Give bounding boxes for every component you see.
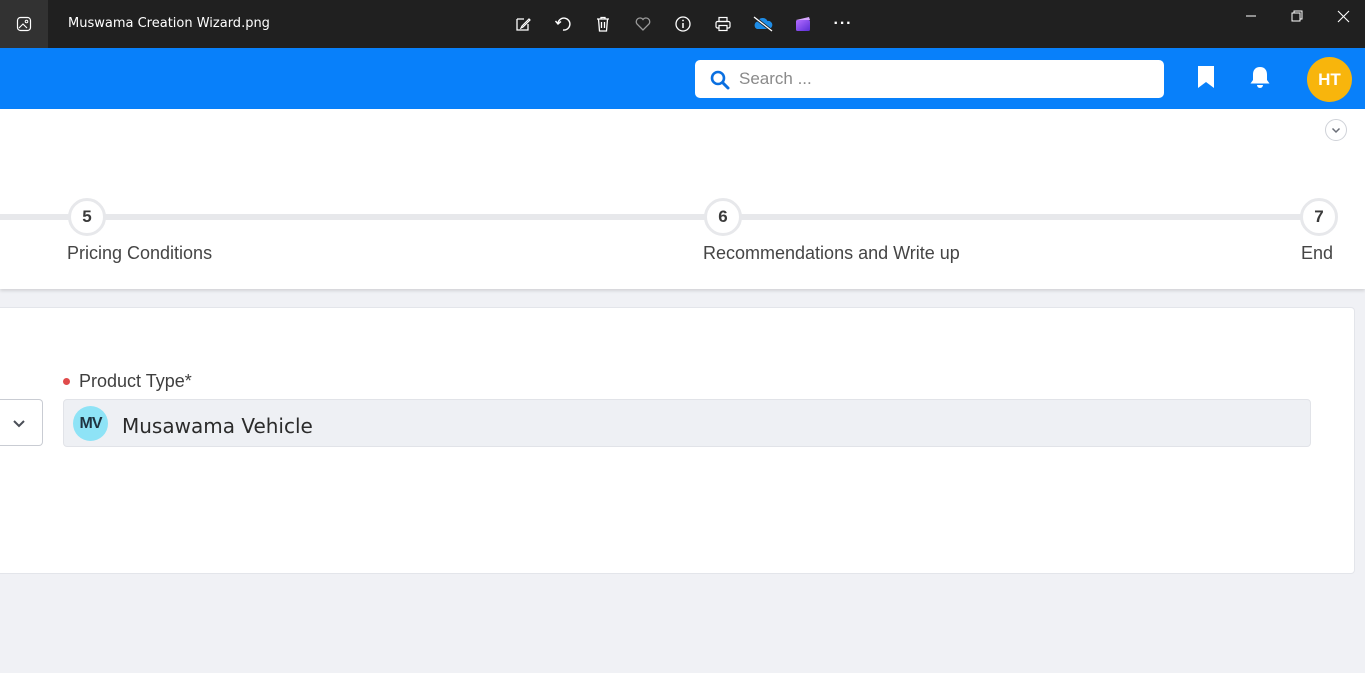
chevron-down-icon	[1331, 127, 1341, 134]
required-indicator	[63, 378, 70, 385]
favorite-icon[interactable]	[631, 12, 655, 36]
product-badge: MV	[73, 406, 108, 441]
file-name: Muswama Creation Wizard.png	[68, 16, 270, 31]
search-box[interactable]	[695, 60, 1164, 98]
app-header: HT	[0, 48, 1365, 109]
form-card: Product Type* MV Musawama Vehicle	[0, 307, 1355, 574]
product-type-value: Musawama Vehicle	[122, 414, 313, 438]
dropdown-toggle[interactable]	[0, 399, 43, 446]
minimize-icon[interactable]	[1235, 4, 1267, 28]
delete-icon[interactable]	[591, 12, 615, 36]
step-6-label[interactable]: Recommendations and Write up	[703, 243, 960, 264]
product-type-label: Product Type*	[79, 371, 192, 391]
clipchamp-icon[interactable]	[791, 12, 815, 36]
print-icon[interactable]	[711, 12, 735, 36]
step-7-number[interactable]: 7	[1300, 198, 1338, 236]
step-6-number[interactable]: 6	[704, 198, 742, 236]
notification-bell-icon[interactable]	[1248, 65, 1272, 89]
chevron-down-icon	[13, 419, 25, 427]
step-7-label[interactable]: End	[1301, 243, 1333, 264]
restore-icon[interactable]	[1281, 4, 1313, 28]
info-icon[interactable]	[671, 12, 695, 36]
rotate-icon[interactable]	[551, 12, 575, 36]
more-icon[interactable]: ···	[831, 12, 855, 36]
photos-app-icon[interactable]	[0, 0, 48, 48]
step-5-label[interactable]: Pricing Conditions	[67, 243, 212, 264]
collapse-button[interactable]	[1325, 119, 1347, 141]
search-icon	[710, 70, 730, 90]
stepper-track	[0, 214, 1320, 220]
edit-image-icon[interactable]	[511, 12, 535, 36]
close-icon[interactable]	[1327, 4, 1359, 28]
step-5-number[interactable]: 5	[68, 198, 106, 236]
bookmark-icon[interactable]	[1196, 65, 1216, 89]
product-type-field[interactable]: MV Musawama Vehicle	[63, 399, 1311, 447]
wizard-stepper: 5 Pricing Conditions 6 Recommendations a…	[0, 109, 1365, 289]
user-avatar[interactable]: HT	[1307, 57, 1352, 102]
viewer-titlebar: Muswama Creation Wizard.png ···	[0, 0, 1365, 48]
onedrive-icon[interactable]	[751, 12, 775, 36]
search-input[interactable]	[739, 66, 1149, 92]
